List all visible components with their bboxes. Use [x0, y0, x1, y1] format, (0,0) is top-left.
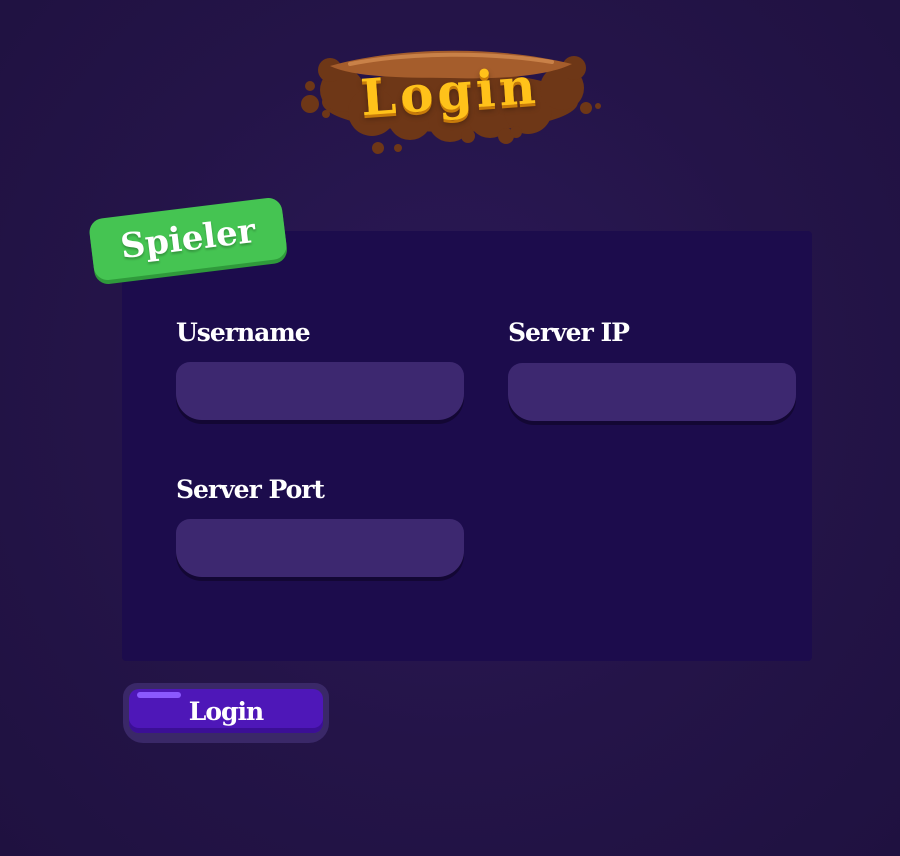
username-field[interactable] [176, 362, 464, 420]
login-button[interactable]: Login [123, 683, 329, 743]
login-button-face: Login [129, 689, 323, 733]
server-ip-label: Server IP [508, 318, 630, 347]
server-port-field[interactable] [176, 519, 464, 577]
username-label: Username [176, 318, 311, 347]
server-port-label: Server Port [176, 475, 325, 504]
title-banner: Login [290, 40, 610, 160]
server-ip-field[interactable] [508, 363, 796, 421]
form-panel [122, 231, 812, 661]
login-button-label: Login [188, 697, 264, 726]
